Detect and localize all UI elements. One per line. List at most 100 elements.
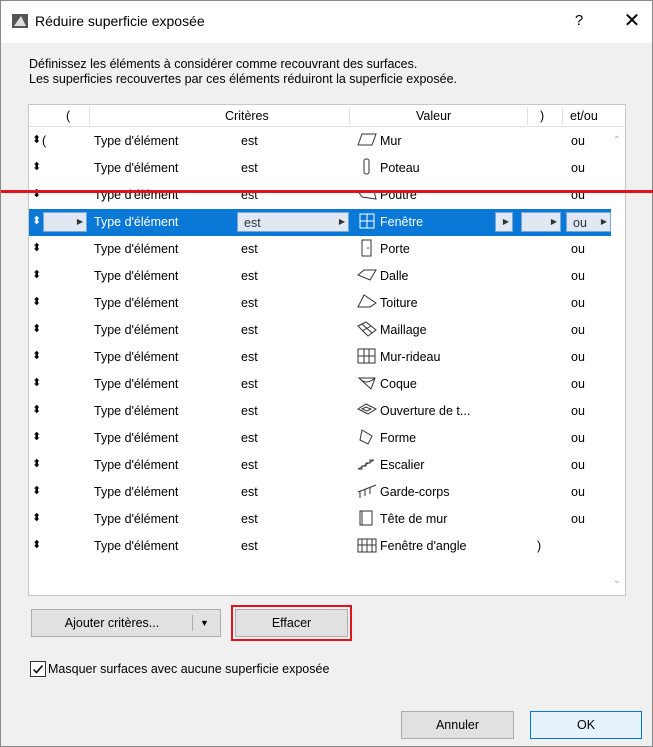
cancel-button[interactable]: Annuler — [401, 711, 514, 739]
dropdown-arrow-icon[interactable]: ▼ — [200, 610, 209, 636]
table-row[interactable]: ⬍ ▶ Type d'élément est ▶ Fenêtre ▶ ▶ ou ▶ — [29, 209, 611, 236]
drag-handle-icon[interactable]: ⬍ — [32, 187, 41, 200]
table-row[interactable]: ⬍ Type d'élément est Mur-rideau ou — [29, 344, 611, 371]
criteria-value[interactable]: Forme — [380, 431, 416, 445]
drag-handle-icon[interactable]: ⬍ — [32, 241, 41, 254]
table-row[interactable]: ⬍ Type d'élément est Coque ou — [29, 371, 611, 398]
add-criteria-button[interactable]: Ajouter critères... ▼ — [31, 609, 221, 637]
and-or[interactable]: ou — [571, 242, 585, 256]
criteria-type[interactable]: Type d'élément — [94, 242, 178, 256]
criteria-operator[interactable]: est — [241, 161, 258, 175]
drag-handle-icon[interactable]: ⬍ — [32, 511, 41, 524]
criteria-value[interactable]: Escalier — [380, 458, 424, 472]
criteria-operator[interactable]: est — [241, 296, 258, 310]
drag-handle-icon[interactable]: ⬍ — [32, 484, 41, 497]
table-row[interactable]: ⬍ Type d'élément est Poteau ou — [29, 155, 611, 182]
drag-handle-icon[interactable]: ⬍ — [32, 214, 41, 227]
criteria-operator[interactable]: est — [241, 134, 258, 148]
table-row[interactable]: ⬍ Type d'élément est Toiture ou — [29, 290, 611, 317]
clear-button[interactable]: Effacer — [235, 609, 348, 637]
drag-handle-icon[interactable]: ⬍ — [32, 295, 41, 308]
criteria-type[interactable]: Type d'élément — [94, 458, 178, 472]
close-button[interactable]: ✕ — [621, 10, 643, 32]
criteria-type[interactable]: Type d'élément — [94, 323, 178, 337]
and-or[interactable]: ou — [571, 134, 585, 148]
drag-handle-icon[interactable]: ⬍ — [32, 538, 41, 551]
value-select[interactable]: ▶ — [495, 212, 513, 232]
and-or[interactable]: ou — [571, 161, 585, 175]
criteria-type[interactable]: Type d'élément — [94, 512, 178, 526]
and-or[interactable]: ou — [571, 485, 585, 499]
criteria-value[interactable]: Porte — [380, 242, 410, 256]
criteria-value[interactable]: Tête de mur — [380, 512, 447, 526]
criteria-operator[interactable]: est — [241, 404, 258, 418]
criteria-value[interactable]: Maillage — [380, 323, 427, 337]
criteria-type[interactable]: Type d'élément — [94, 161, 178, 175]
criteria-value[interactable]: Toiture — [380, 296, 418, 310]
criteria-operator[interactable]: est — [241, 539, 258, 553]
criteria-operator[interactable]: est — [241, 350, 258, 364]
and-or[interactable]: ou — [571, 296, 585, 310]
criteria-value[interactable]: Fenêtre — [380, 215, 423, 229]
criteria-value[interactable]: Garde-corps — [380, 485, 449, 499]
and-or-select[interactable]: ou ▶ — [566, 212, 611, 232]
criteria-value[interactable]: Dalle — [380, 269, 409, 283]
and-or[interactable]: ou — [571, 512, 585, 526]
criteria-operator[interactable]: est — [241, 242, 258, 256]
open-paren[interactable]: ( — [42, 134, 46, 148]
criteria-operator[interactable]: est — [241, 323, 258, 337]
table-row[interactable]: ⬍ Type d'élément est Porte ou — [29, 236, 611, 263]
criteria-operator[interactable]: est — [241, 485, 258, 499]
table-row[interactable]: ⬍ Type d'élément est Tête de mur ou — [29, 506, 611, 533]
criteria-type[interactable]: Type d'élément — [94, 377, 178, 391]
hide-surfaces-checkbox[interactable] — [30, 661, 46, 677]
and-or[interactable]: ou — [571, 350, 585, 364]
criteria-value[interactable]: Coque — [380, 377, 417, 391]
drag-handle-icon[interactable]: ⬍ — [32, 322, 41, 335]
criteria-type[interactable]: Type d'élément — [94, 539, 178, 553]
drag-handle-icon[interactable]: ⬍ — [32, 268, 41, 281]
close-paren[interactable]: ) — [537, 539, 541, 553]
drag-handle-icon[interactable]: ⬍ — [32, 133, 41, 146]
criteria-value[interactable]: Mur — [380, 134, 402, 148]
and-or[interactable]: ou — [571, 377, 585, 391]
criteria-type[interactable]: Type d'élément — [94, 296, 178, 310]
and-or[interactable]: ou — [571, 323, 585, 337]
operator-select[interactable]: est ▶ — [237, 212, 349, 232]
criteria-type[interactable]: Type d'élément — [94, 350, 178, 364]
drag-handle-icon[interactable]: ⬍ — [32, 376, 41, 389]
drag-handle-icon[interactable]: ⬍ — [32, 349, 41, 362]
criteria-operator[interactable]: est — [241, 458, 258, 472]
table-row[interactable]: ⬍ Type d'élément est Maillage ou — [29, 317, 611, 344]
criteria-value[interactable]: Poteau — [380, 161, 420, 175]
criteria-type[interactable]: Type d'élément — [94, 404, 178, 418]
criteria-value[interactable]: Fenêtre d'angle — [380, 539, 466, 553]
close-paren-select[interactable]: ▶ — [521, 212, 561, 232]
table-row[interactable]: ⬍ Type d'élément est Ouverture de t... ou — [29, 398, 611, 425]
table-row[interactable]: ⬍( Type d'élément est Mur ou — [29, 128, 611, 155]
table-row[interactable]: ⬍ Type d'élément est Garde-corps ou — [29, 479, 611, 506]
criteria-operator[interactable]: est — [241, 377, 258, 391]
scroll-down-icon[interactable]: ⌄ — [613, 575, 621, 586]
criteria-type[interactable]: Type d'élément — [94, 134, 178, 148]
criteria-operator[interactable]: est — [241, 269, 258, 283]
criteria-operator[interactable]: est — [241, 431, 258, 445]
criteria-type[interactable]: Type d'élément — [94, 431, 178, 445]
table-row[interactable]: ⬍ Type d'élément est Dalle ou — [29, 263, 611, 290]
drag-handle-icon[interactable]: ⬍ — [32, 403, 41, 416]
table-row[interactable]: ⬍ Type d'élément est Poutre ou — [29, 182, 611, 209]
scroll-up-icon[interactable]: ⌃ — [613, 135, 621, 146]
drag-handle-icon[interactable]: ⬍ — [32, 430, 41, 443]
table-row[interactable]: ⬍ Type d'élément est Escalier ou — [29, 452, 611, 479]
table-row[interactable]: ⬍ Type d'élément est Forme ou — [29, 425, 611, 452]
criteria-value[interactable]: Ouverture de t... — [380, 404, 470, 418]
criteria-value[interactable]: Mur-rideau — [380, 350, 440, 364]
open-paren-select[interactable]: ▶ — [43, 212, 87, 232]
ok-button[interactable]: OK — [530, 711, 642, 739]
criteria-type[interactable]: Type d'élément — [94, 485, 178, 499]
table-row[interactable]: ⬍ Type d'élément est Fenêtre d'angle) — [29, 533, 611, 560]
and-or[interactable]: ou — [571, 404, 585, 418]
drag-handle-icon[interactable]: ⬍ — [32, 457, 41, 470]
drag-handle-icon[interactable]: ⬍ — [32, 160, 41, 173]
criteria-type[interactable]: Type d'élément — [94, 269, 178, 283]
